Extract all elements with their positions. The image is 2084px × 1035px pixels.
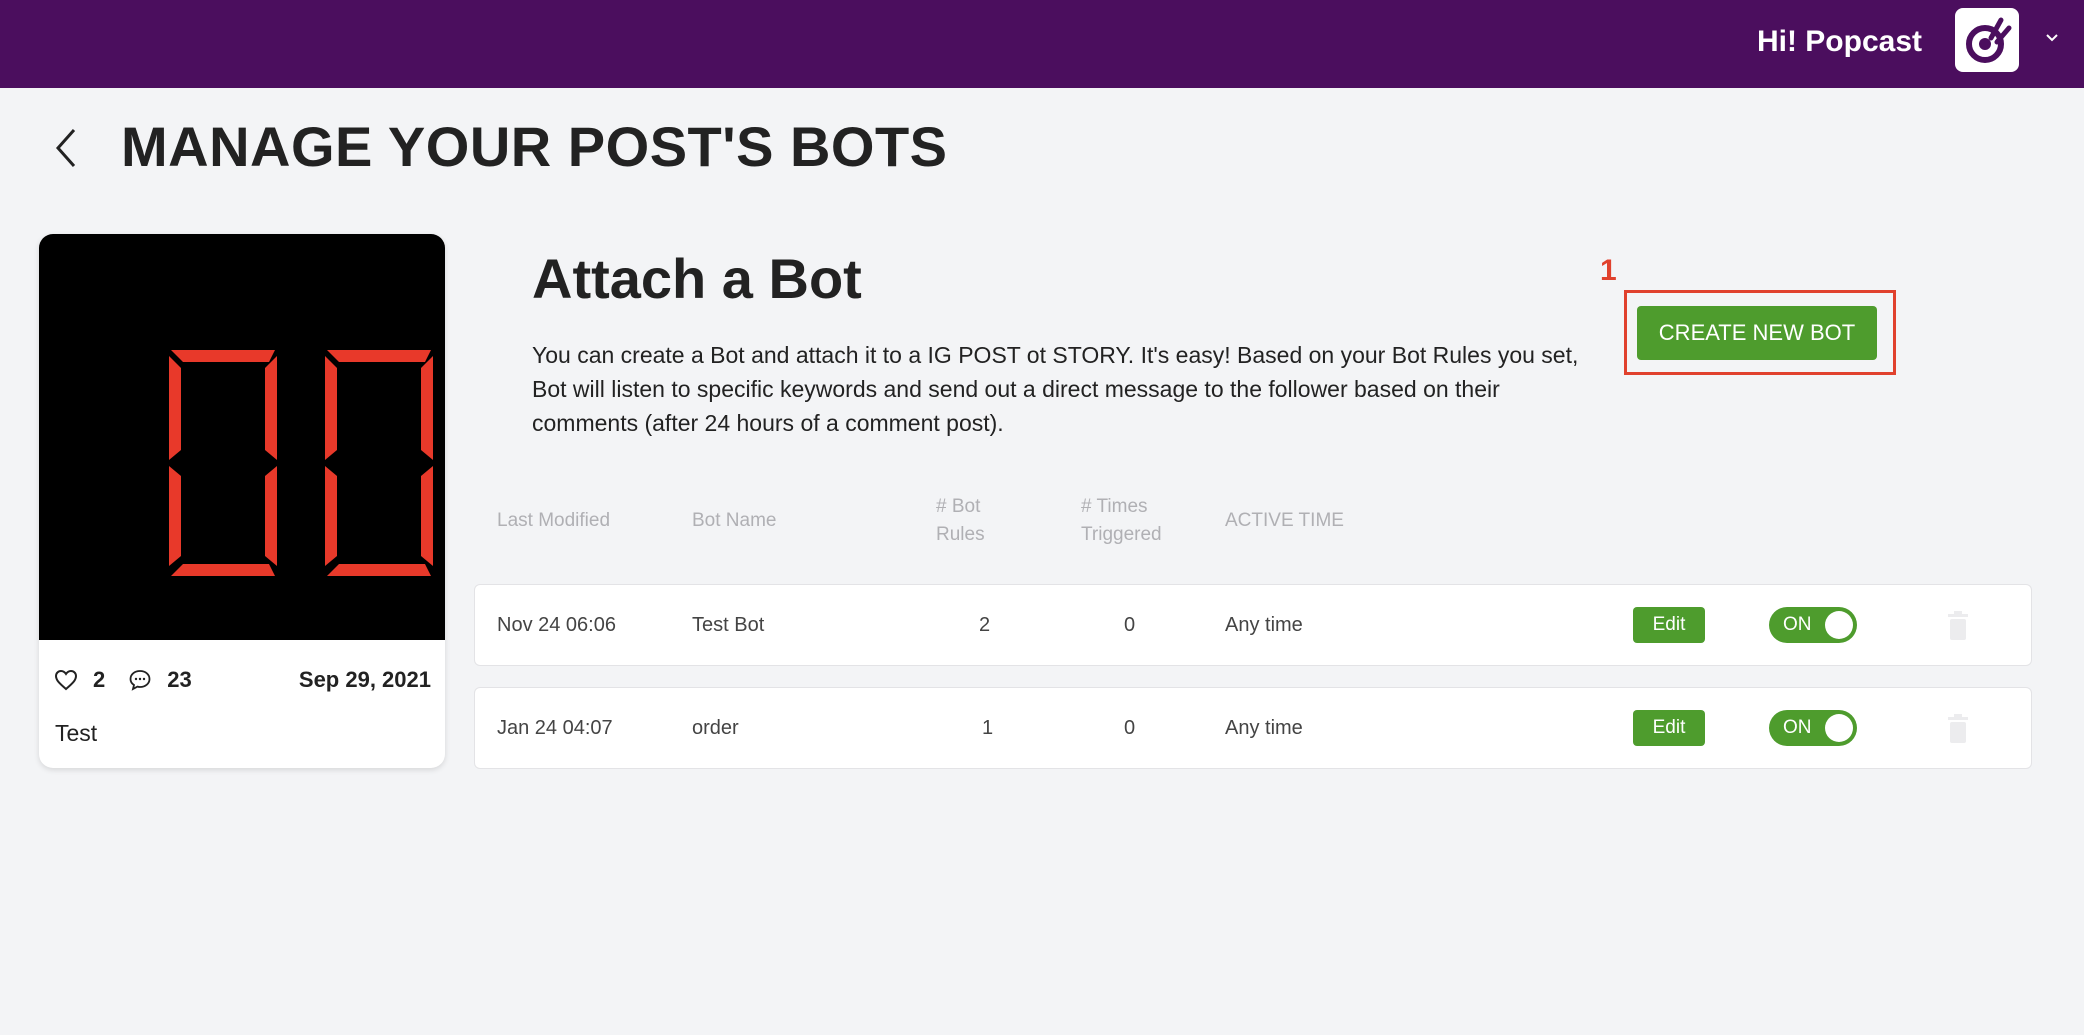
- post-image: [39, 234, 445, 640]
- trash-icon[interactable]: [1943, 712, 1973, 746]
- toggle-label: ON: [1783, 614, 1812, 635]
- chevron-down-icon[interactable]: [2040, 26, 2064, 50]
- header-bot-rules-line1: # Bot: [936, 496, 981, 517]
- comment-count: 23: [167, 667, 192, 692]
- top-navbar: Hi! Popcast: [0, 0, 2084, 88]
- header-times-triggered-line1: # Times: [1081, 496, 1148, 517]
- attach-bot-description: You can create a Bot and attach it to a …: [532, 342, 1579, 436]
- create-new-bot-button[interactable]: CREATE NEW BOT: [1637, 306, 1877, 360]
- heart-icon: [53, 667, 79, 693]
- header-bot-rules-line2: Rules: [936, 524, 985, 545]
- header-last-modified: Last Modified: [497, 510, 611, 531]
- bot-active-toggle[interactable]: ON: [1769, 607, 1857, 643]
- bot-table-row: Nov 24 06:06 Test Bot 2 0 Any time Edit …: [474, 584, 2032, 666]
- attach-bot-title: Attach a Bot: [532, 247, 862, 310]
- row-last-modified: Nov 24 06:06: [497, 613, 616, 636]
- row-last-modified: Jan 24 04:07: [497, 716, 613, 739]
- header-bot-name: Bot Name: [692, 510, 777, 531]
- trash-icon[interactable]: [1943, 609, 1973, 643]
- edit-bot-button[interactable]: Edit: [1633, 607, 1705, 643]
- row-bot-name: Test Bot: [692, 613, 765, 636]
- row-times-triggered: 0: [1124, 613, 1136, 636]
- toggle-knob: [1825, 714, 1853, 742]
- post-stats: 2 23 Sep 29, 2021: [53, 662, 431, 698]
- row-bot-rules: 1: [982, 716, 994, 739]
- bot-table-row: Jan 24 04:07 order 1 0 Any time Edit ON: [474, 687, 2032, 769]
- post-card: 2 23 Sep 29, 2021 Test: [39, 234, 445, 768]
- page-title: MANAGE YOUR POST'S BOTS: [121, 115, 948, 178]
- annotation-number: 1: [1600, 254, 1617, 287]
- like-count: 2: [93, 667, 106, 692]
- row-active-time: Any time: [1225, 716, 1303, 739]
- back-button[interactable]: [44, 124, 88, 176]
- chevron-left-icon: [52, 126, 80, 175]
- row-bot-rules: 2: [979, 613, 991, 636]
- brand-logo-icon[interactable]: [1955, 8, 2019, 72]
- row-bot-name: order: [692, 716, 739, 739]
- post-caption: Test: [55, 720, 98, 746]
- seven-segment-image: [169, 350, 433, 576]
- comment-icon: [127, 667, 153, 693]
- toggle-knob: [1825, 611, 1853, 639]
- header-active-time: ACTIVE TIME: [1225, 510, 1344, 531]
- user-greeting: Hi! Popcast: [1756, 25, 1922, 58]
- post-date: Sep 29, 2021: [298, 667, 431, 692]
- edit-bot-button[interactable]: Edit: [1633, 710, 1705, 746]
- bot-active-toggle[interactable]: ON: [1769, 710, 1857, 746]
- toggle-label: ON: [1783, 717, 1812, 738]
- row-times-triggered: 0: [1124, 716, 1136, 739]
- row-active-time: Any time: [1225, 613, 1303, 636]
- header-times-triggered-line2: Triggered: [1081, 524, 1162, 545]
